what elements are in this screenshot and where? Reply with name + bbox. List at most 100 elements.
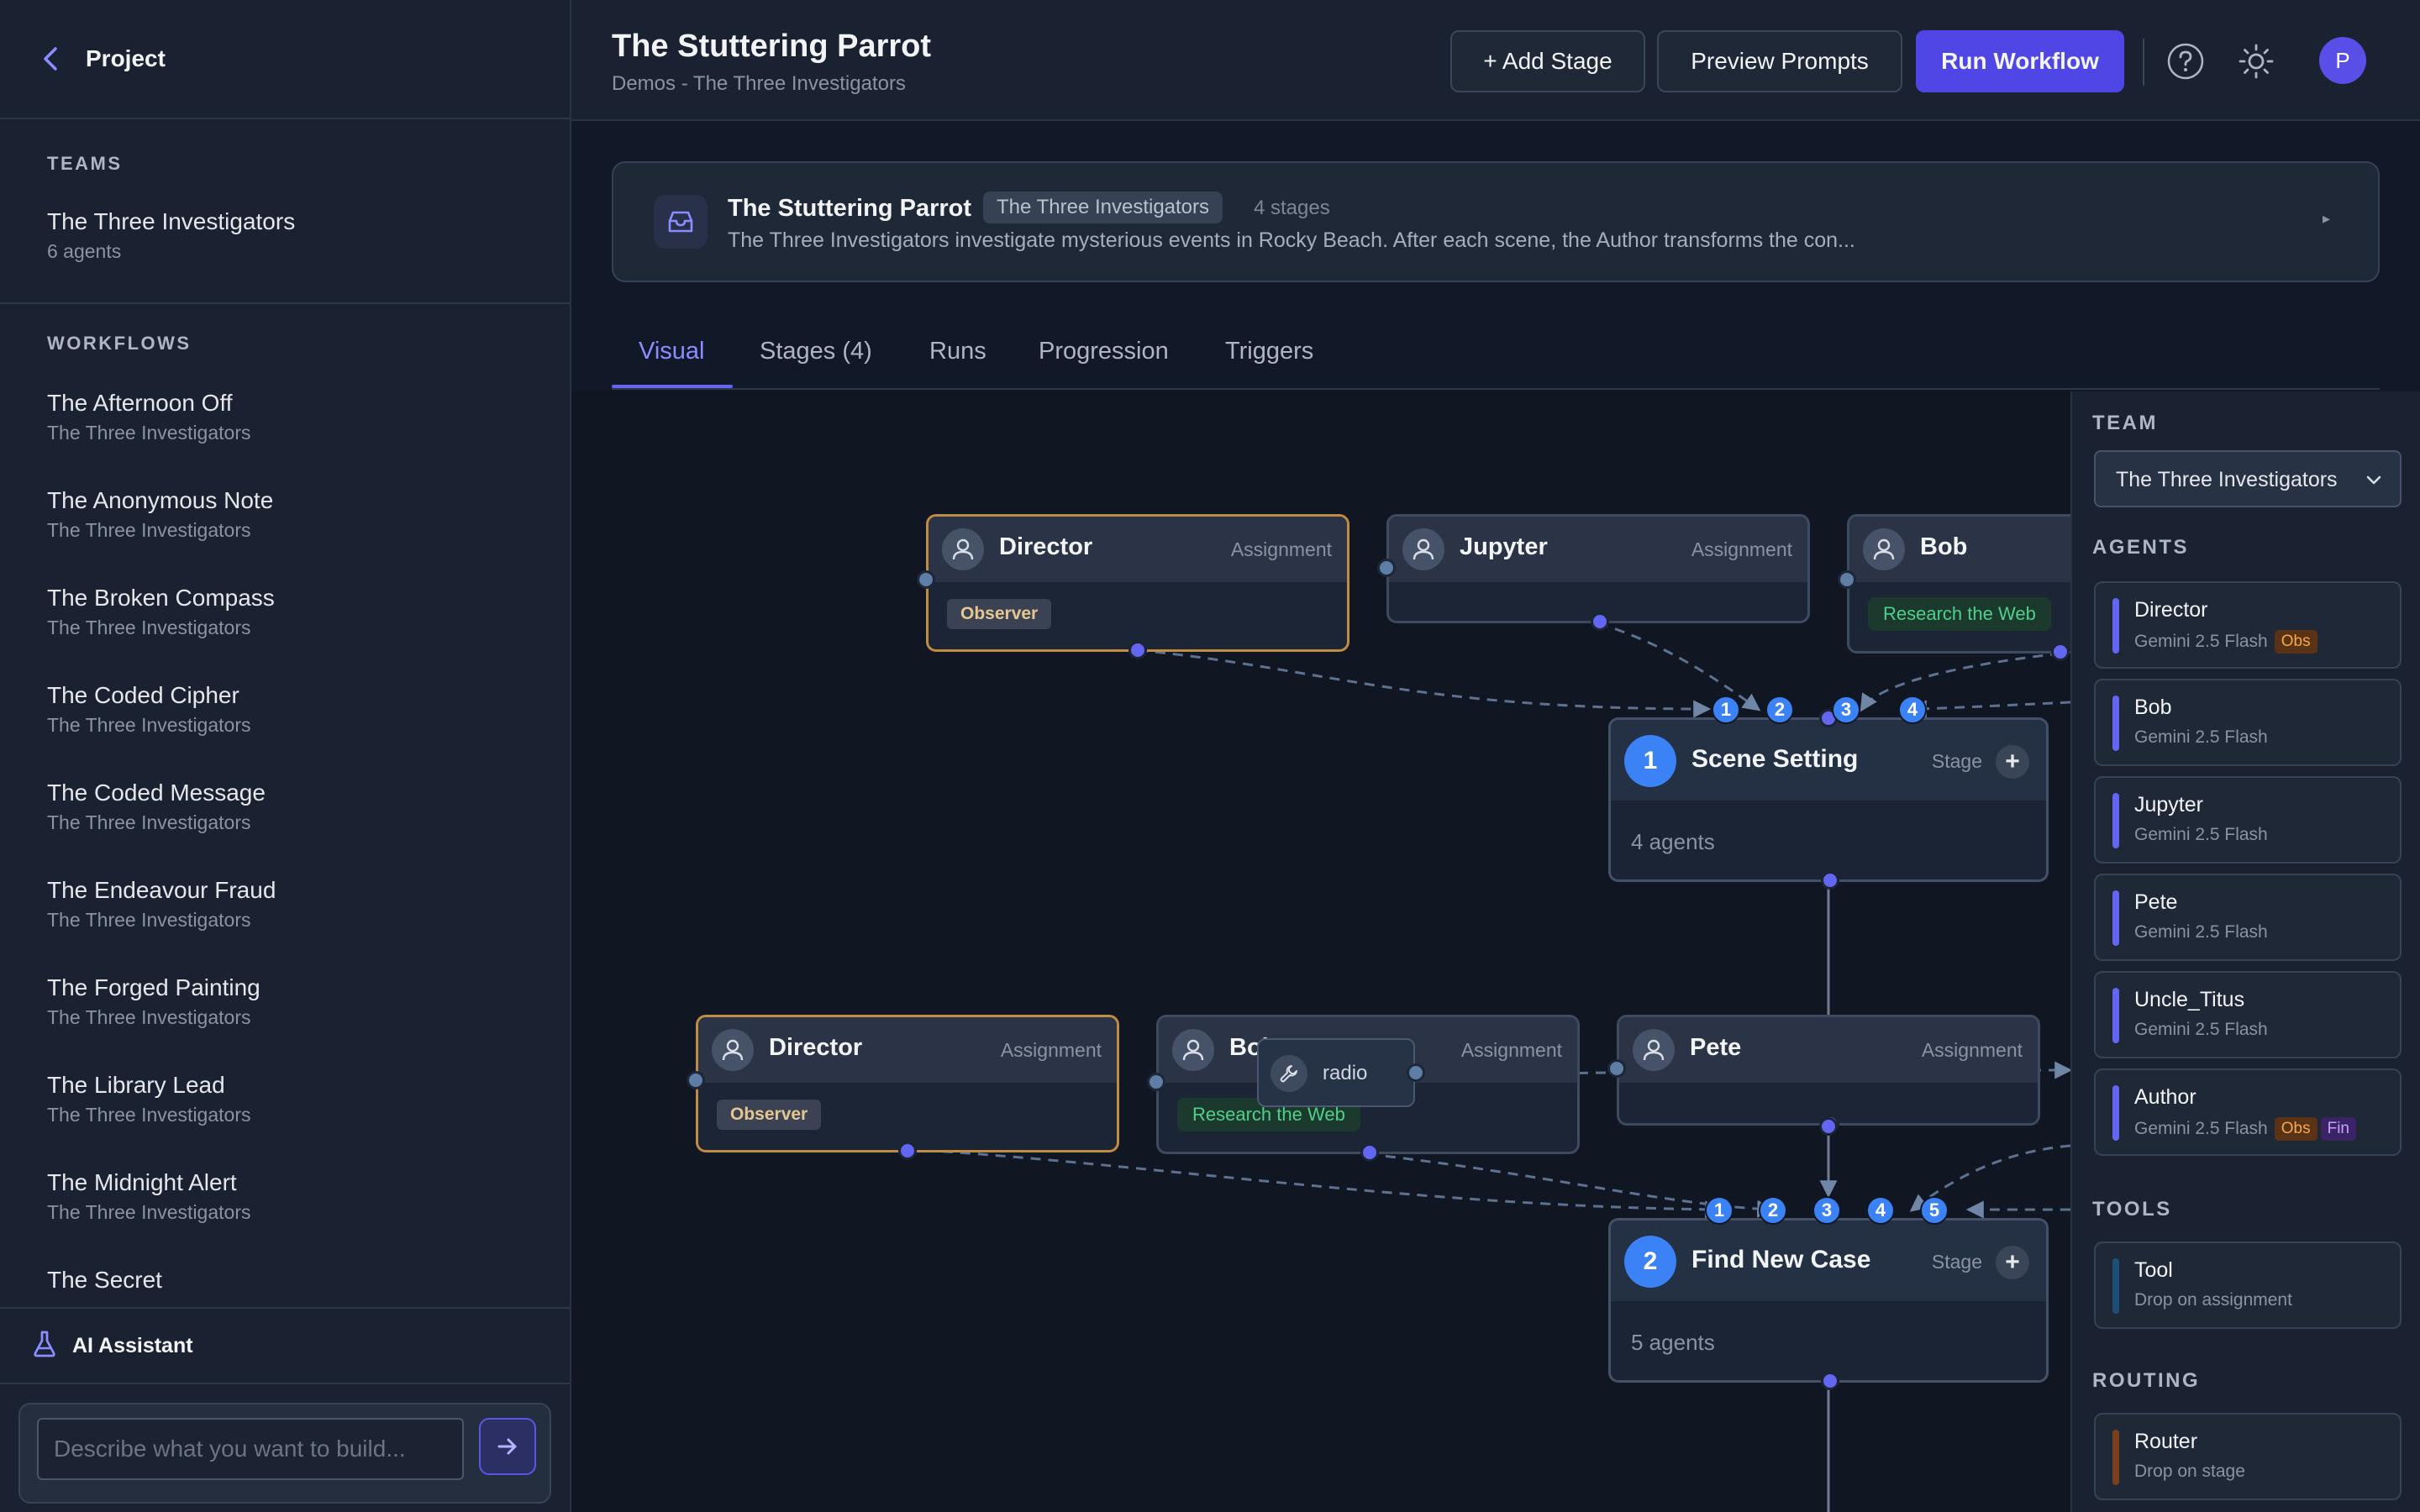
ai-input-box: [18, 1403, 551, 1504]
stage-input-badge[interactable]: 4: [1898, 696, 1927, 724]
stage-input-badge[interactable]: 1: [1712, 696, 1740, 724]
palette-agent-bob[interactable]: Bob Gemini 2.5 Flash: [2094, 679, 2402, 766]
agent-color-bar: [2112, 988, 2119, 1043]
teams-section-title: TEAMS: [47, 153, 123, 174]
palette-agent-uncle-titus[interactable]: Uncle_Titus Gemini 2.5 Flash: [2094, 971, 2402, 1058]
workflow-team: The Three Investigators: [47, 519, 251, 541]
user-avatar[interactable]: P: [2319, 37, 2366, 84]
stage-add-button[interactable]: +: [1996, 745, 2029, 779]
workflow-team: The Three Investigators: [47, 1201, 251, 1223]
agent-name: Pete: [1690, 1034, 1742, 1061]
input-port[interactable]: [1838, 570, 1856, 589]
input-port[interactable]: [1147, 1073, 1165, 1091]
workflows-section-title: WORKFLOWS: [47, 333, 192, 354]
breadcrumb[interactable]: Demos - The Three Investigators: [612, 72, 906, 96]
output-port[interactable]: [1360, 1143, 1379, 1162]
agent-node-jupyter[interactable]: Jupyter Assignment: [1377, 514, 1810, 631]
tab-triggers[interactable]: Triggers: [1225, 338, 1313, 390]
stage-input-badge[interactable]: 4: [1866, 1196, 1895, 1225]
input-port[interactable]: [1377, 559, 1396, 577]
tab-stages[interactable]: Stages (4): [760, 338, 872, 390]
agent-node-bob[interactable]: Bob Research the Web: [1838, 514, 2070, 661]
workflow-name: The Broken Compass: [47, 585, 275, 611]
stage-output-port[interactable]: [1821, 871, 1839, 890]
ai-assistant-header[interactable]: AI Assistant: [0, 1309, 570, 1384]
tools-section-title: TOOLS: [2092, 1198, 2172, 1221]
ai-assistant-label: AI Assistant: [72, 1333, 193, 1357]
agent-color-bar: [2112, 598, 2119, 654]
palette-tool[interactable]: Tool Drop on assignment: [2094, 1242, 2402, 1329]
agent-output-port[interactable]: [1819, 1117, 1838, 1136]
agent-name: Jupyter: [2134, 793, 2203, 816]
stage-output-port[interactable]: [1821, 1372, 1839, 1390]
node-type-label: Assignment: [1921, 1039, 2023, 1061]
palette-router[interactable]: Router Drop on stage: [2094, 1413, 2402, 1500]
workflow-item[interactable]: The Endeavour Fraud The Three Investigato…: [0, 874, 570, 971]
palette-agent-jupyter[interactable]: Jupyter Gemini 2.5 Flash: [2094, 776, 2402, 864]
workflow-item[interactable]: The Anonymous Note The Three Investigator…: [0, 484, 570, 581]
agent-model: Gemini 2.5 Flash: [2134, 825, 2268, 844]
palette-agent-pete[interactable]: Pete Gemini 2.5 Flash: [2094, 874, 2402, 961]
ai-send-button[interactable]: [479, 1418, 536, 1475]
workflow-item[interactable]: The Broken Compass The Three Investigator…: [0, 581, 570, 679]
tab-progression[interactable]: Progression: [1039, 338, 1169, 390]
workflow-item[interactable]: The Forged Painting The Three Investigato…: [0, 971, 570, 1068]
palette-agent-director[interactable]: Director Gemini 2.5 Flash Obs: [2094, 581, 2402, 669]
stage-input-badge[interactable]: 5: [1920, 1196, 1949, 1225]
workflow-item[interactable]: The Afternoon Off The Three Investigators: [0, 386, 570, 484]
stage-node-find-new-case[interactable]: 2 Find New Case Stage + 5 agents: [1608, 1218, 2049, 1390]
agent-node-director[interactable]: Director Assignment Observer: [687, 1015, 1119, 1160]
workflow-canvas[interactable]: Director Assignment Observer Jupyter Ass…: [571, 391, 2070, 1512]
page-title: The Stuttering Parrot: [612, 29, 932, 64]
agent-model: Gemini 2.5 Flash: [2134, 922, 2268, 942]
output-port[interactable]: [1128, 641, 1147, 659]
output-port[interactable]: [2051, 643, 2070, 661]
stage-input-badge[interactable]: 3: [1832, 696, 1860, 724]
input-port[interactable]: [1607, 1059, 1626, 1078]
run-workflow-button[interactable]: Run Workflow: [1916, 30, 2124, 92]
sidebar-team-item[interactable]: The Three Investigators 6 agents: [0, 207, 570, 264]
input-port[interactable]: [917, 570, 935, 589]
agent-node-pete[interactable]: Pete Assignment: [1607, 1015, 2040, 1133]
stage-input-badge[interactable]: 3: [1812, 1196, 1841, 1225]
tool-port[interactable]: [1407, 1063, 1425, 1082]
add-stage-button[interactable]: + Add Stage: [1450, 30, 1645, 92]
stage-node-scene-setting[interactable]: 1 Scene Setting Stage + 4 agents: [1608, 717, 2049, 890]
agent-name: Author: [2134, 1085, 2196, 1109]
chevron-left-icon[interactable]: [34, 42, 67, 76]
tool-node-radio[interactable]: radio: [1257, 1038, 1425, 1107]
stage-input-badge[interactable]: 2: [1765, 696, 1794, 724]
sun-icon[interactable]: [2235, 40, 2277, 82]
workflow-item[interactable]: The Coded Cipher The Three Investigators: [0, 679, 570, 776]
agent-color-bar: [2112, 793, 2119, 848]
palette-agent-author[interactable]: Author Gemini 2.5 Flash Obs Fin: [2094, 1068, 2402, 1156]
input-port[interactable]: [687, 1071, 705, 1089]
output-port[interactable]: [898, 1142, 917, 1160]
preview-prompts-button[interactable]: Preview Prompts: [1657, 30, 1902, 92]
output-port[interactable]: [1591, 612, 1609, 631]
agent-node-director[interactable]: Director Assignment Observer: [917, 514, 1349, 659]
workflow-info-card[interactable]: The Stuttering Parrot The Three Investig…: [612, 161, 2380, 282]
workflow-item[interactable]: The Secret: [0, 1263, 570, 1310]
workflow-item[interactable]: The Library Lead The Three Investigators: [0, 1068, 570, 1166]
node-header: Jupyter Assignment: [1389, 517, 1807, 582]
workflow-item[interactable]: The Coded Message The Three Investigators: [0, 776, 570, 874]
tab-visual[interactable]: Visual: [639, 338, 704, 390]
stage-input-badge[interactable]: 1: [1705, 1196, 1733, 1225]
workflow-name: The Stuttering Parrot: [728, 195, 972, 222]
tab-runs[interactable]: Runs: [929, 338, 986, 390]
expand-toggle-icon[interactable]: ▸: [2323, 210, 2330, 228]
help-icon[interactable]: [2165, 40, 2207, 82]
team-select[interactable]: The Three Investigators: [2094, 450, 2402, 507]
agent-model-label: Gemini 2.5 Flash: [2134, 632, 2268, 651]
workflow-item[interactable]: The Midnight Alert The Three Investigator…: [0, 1166, 570, 1263]
project-label[interactable]: Project: [86, 45, 166, 72]
workflow-name: The Anonymous Note: [47, 487, 274, 513]
ai-prompt-input[interactable]: [37, 1418, 464, 1480]
final-tag: Fin: [2320, 1117, 2356, 1141]
user-icon: [942, 528, 984, 570]
agent-name: Bob: [2134, 696, 2172, 719]
workflow-list: The Afternoon Off The Three Investigators…: [0, 386, 570, 1310]
stage-add-button[interactable]: +: [1996, 1246, 2029, 1279]
stage-input-badge[interactable]: 2: [1759, 1196, 1787, 1225]
